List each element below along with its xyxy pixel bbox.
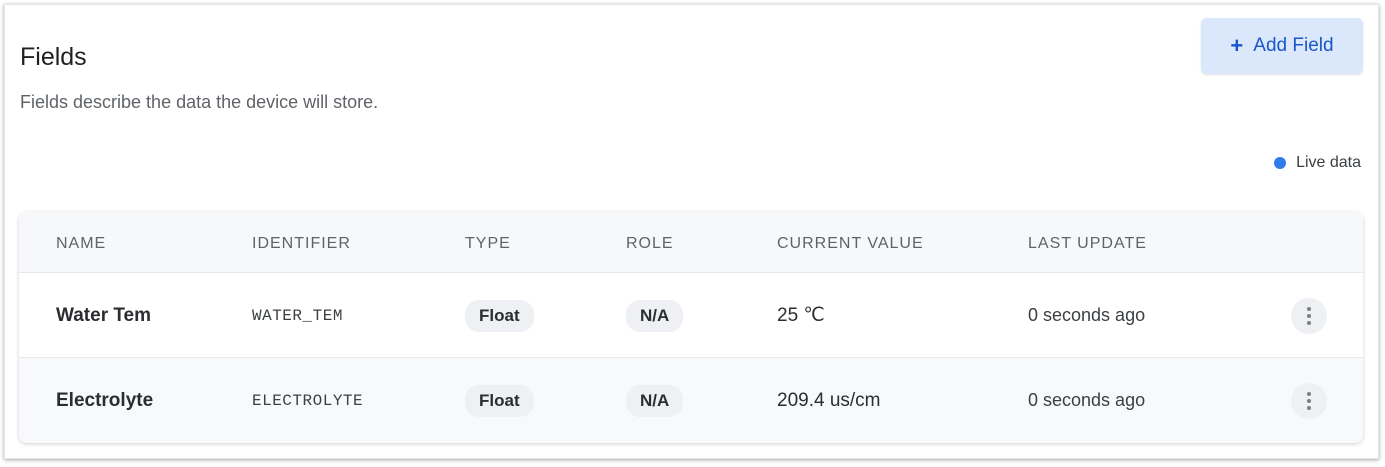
column-header-last-update[interactable]: LAST UPDATE	[1028, 235, 1147, 253]
more-vertical-icon	[1307, 307, 1311, 311]
field-type-cell: Float	[465, 358, 534, 443]
fields-card: Fields Fields describe the data the devi…	[4, 4, 1379, 459]
more-vertical-icon-dot	[1307, 321, 1311, 325]
table-header: NAME IDENTIFIER TYPE ROLE CURRENT VALUE …	[19, 212, 1363, 273]
field-role-badge: N/A	[626, 299, 684, 332]
live-dot-icon	[1274, 157, 1287, 169]
table-row[interactable]: Electrolyte ELECTROLYTE Float N/A 209.4 …	[19, 358, 1363, 443]
column-header-type[interactable]: TYPE	[465, 235, 511, 253]
row-menu-button[interactable]	[1291, 383, 1327, 419]
field-role-cell: N/A	[626, 273, 684, 358]
field-current-value: 25 ℃	[777, 305, 825, 326]
field-name: Water Tem	[56, 304, 152, 326]
row-menu-button[interactable]	[1291, 298, 1327, 334]
add-field-button[interactable]: + Add Field	[1201, 18, 1363, 74]
more-vertical-icon-dot	[1307, 314, 1311, 318]
fields-table: NAME IDENTIFIER TYPE ROLE CURRENT VALUE …	[19, 212, 1363, 443]
field-current-value: 209.4 us/cm	[777, 389, 881, 411]
live-data-indicator: Live data	[1274, 154, 1361, 172]
column-header-role[interactable]: ROLE	[626, 235, 674, 253]
column-header-name[interactable]: NAME	[56, 235, 106, 253]
more-vertical-icon	[1307, 392, 1311, 396]
field-last-update: 0 seconds ago	[1028, 305, 1146, 325]
add-field-label: Add Field	[1253, 35, 1334, 56]
column-header-identifier[interactable]: IDENTIFIER	[252, 235, 351, 253]
field-type-cell: Float	[465, 273, 534, 358]
live-data-label: Live data	[1296, 154, 1361, 171]
column-header-current-value[interactable]: CURRENT VALUE	[777, 235, 924, 253]
more-vertical-icon-dot	[1307, 399, 1311, 403]
page-title: Fields	[20, 43, 87, 71]
field-role-badge: N/A	[626, 384, 684, 417]
field-role-cell: N/A	[626, 358, 684, 443]
field-identifier: ELECTROLYTE	[252, 391, 364, 410]
field-last-update: 0 seconds ago	[1028, 390, 1146, 410]
table-row[interactable]: Water Tem WATER_TEM Float N/A 25 ℃ 0 sec…	[19, 273, 1363, 358]
field-type-badge: Float	[465, 299, 534, 332]
plus-icon: +	[1230, 33, 1244, 58]
more-vertical-icon-dot	[1307, 406, 1311, 410]
page-subtitle: Fields describe the data the device will…	[20, 92, 379, 112]
field-name: Electrolyte	[56, 389, 154, 411]
field-type-badge: Float	[465, 384, 534, 417]
field-identifier: WATER_TEM	[252, 306, 343, 325]
